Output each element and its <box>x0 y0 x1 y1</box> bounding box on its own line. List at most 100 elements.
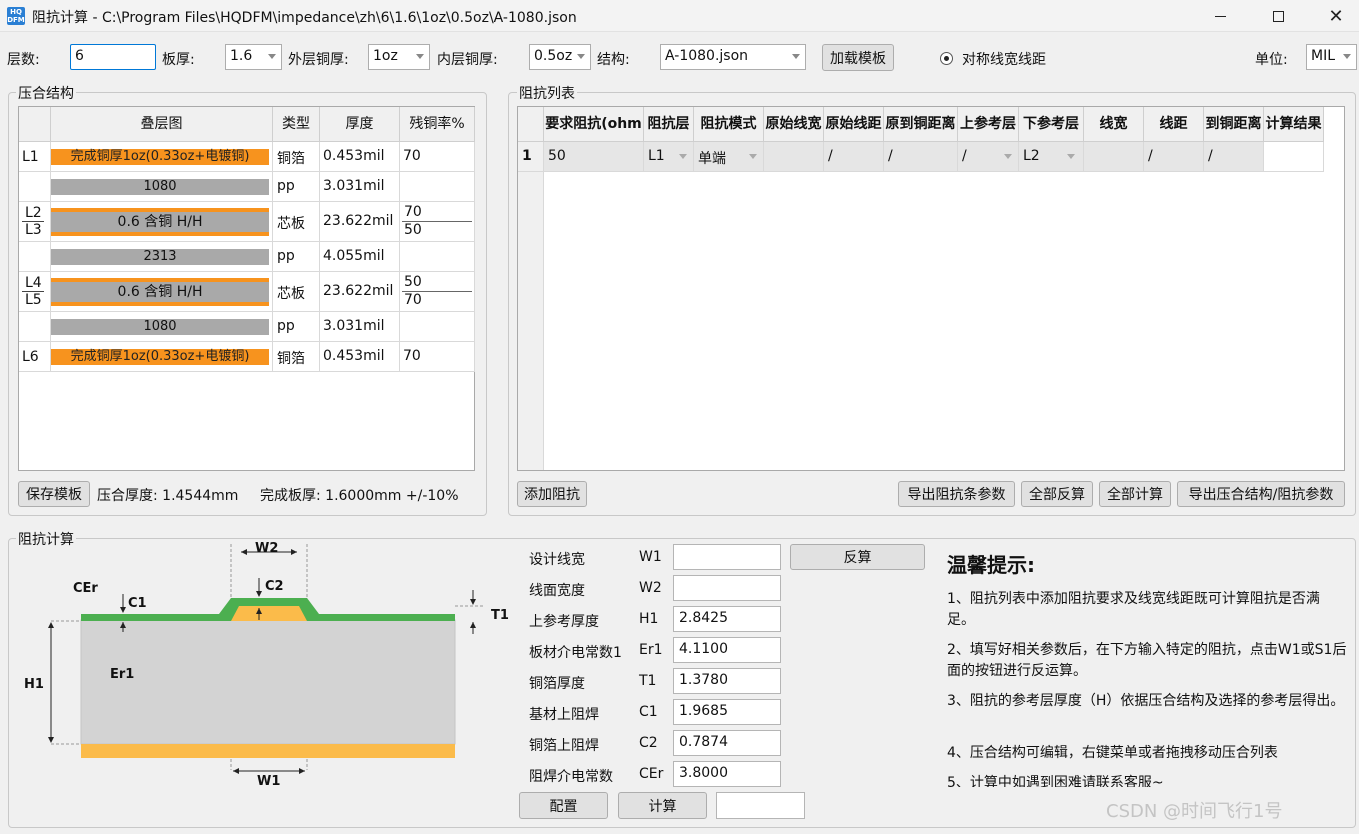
imp-header-1: 阻抗层 <box>644 107 694 142</box>
unit-label: 单位: <box>1255 52 1288 68</box>
stackup-header-thickness: 厚度 <box>320 107 400 142</box>
export-params-button[interactable]: 导出阻抗条参数 <box>898 481 1015 507</box>
orig-space-cell[interactable]: / <box>824 142 884 172</box>
thickness-cell[interactable]: 3.031mil <box>320 312 400 342</box>
reverse-button[interactable]: 反算 <box>790 544 925 570</box>
finished-thickness: 完成板厚: 1.6000mm +/-10% <box>260 488 459 504</box>
rate-cell[interactable] <box>400 242 475 272</box>
width-cell[interactable] <box>1084 142 1144 172</box>
param-symbol: T1 <box>639 673 657 689</box>
stackup-title: 压合结构 <box>16 83 76 103</box>
impedance-list-title: 阻抗列表 <box>517 83 577 103</box>
type-cell: pp <box>273 172 320 202</box>
param-label: 铜箔上阻焊 <box>529 738 599 754</box>
rate-cell[interactable] <box>400 172 475 202</box>
param-input-cer[interactable]: 3.8000 <box>673 761 781 787</box>
orig-width-cell[interactable] <box>764 142 824 172</box>
unit-select[interactable]: MIL <box>1306 44 1357 70</box>
param-symbol: C1 <box>639 704 658 720</box>
rate-cell[interactable]: 70 50 <box>400 202 475 242</box>
symmetric-radio[interactable] <box>940 52 953 65</box>
lower-ref-select[interactable]: L2 <box>1019 142 1084 172</box>
row-header-strip <box>518 172 544 470</box>
thickness-cell[interactable]: 0.453mil <box>320 342 400 372</box>
stackup-corner <box>19 107 51 142</box>
t1-dim-label: T1 <box>491 608 509 623</box>
layers-input[interactable]: 6 <box>70 44 156 70</box>
config-button[interactable]: 配置 <box>519 792 608 819</box>
param-input-c2[interactable]: 0.7874 <box>673 730 781 756</box>
type-cell: 芯板 <box>273 272 320 312</box>
tip-4: 4、压合结构可编辑，右键菜单或者拖拽移动压合列表 <box>947 745 1278 761</box>
title-bar: HQ DFM 阻抗计算 - C:\Program Files\HQDFM\imp… <box>0 0 1359 32</box>
calc-all-button[interactable]: 全部计算 <box>1099 481 1171 507</box>
thickness-select[interactable]: 1.6 <box>225 44 282 70</box>
thickness-cell[interactable]: 3.031mil <box>320 172 400 202</box>
export-all-button[interactable]: 导出压合结构/阻抗参数 <box>1177 481 1345 507</box>
compute-button[interactable]: 计算 <box>618 792 707 819</box>
type-cell: pp <box>273 312 320 342</box>
tip-2: 2、填写好相关参数后，在下方输入特定的阻抗，点击W1或S1后面的按钮进行反运算。 <box>947 642 1347 679</box>
stackup-header-diagram: 叠层图 <box>51 107 273 142</box>
stackup-header-rate: 残铜率% <box>400 107 475 142</box>
h1-dim-label: H1 <box>24 677 44 692</box>
rate-top[interactable]: 50 <box>404 274 422 290</box>
imp-header-3: 原始线宽 <box>764 107 824 142</box>
c2-dim-label: C2 <box>265 579 284 594</box>
imp-header-11: 计算结果 <box>1264 107 1324 142</box>
impedance-value[interactable]: 50 <box>544 142 644 172</box>
layer-name <box>19 172 51 202</box>
copper-cell[interactable]: / <box>1204 142 1264 172</box>
rate-cell[interactable] <box>400 312 475 342</box>
rate-top[interactable]: 70 <box>404 204 422 220</box>
layer-name: L1 <box>19 142 51 172</box>
impedance-mode-select[interactable]: 单端 <box>694 142 764 172</box>
result-field[interactable] <box>716 792 805 819</box>
param-input-c1[interactable]: 1.9685 <box>673 699 781 725</box>
rate-cell[interactable]: 70 <box>400 342 475 372</box>
minimize-icon[interactable] <box>1191 0 1249 32</box>
maximize-icon[interactable] <box>1249 0 1307 32</box>
space-cell[interactable]: / <box>1144 142 1204 172</box>
param-input-w2[interactable] <box>673 575 781 601</box>
rate-bottom[interactable]: 70 <box>404 292 422 308</box>
add-impedance-button[interactable]: 添加阻抗 <box>517 481 587 507</box>
rate-cell[interactable]: 70 <box>400 142 475 172</box>
param-input-t1[interactable]: 1.3780 <box>673 668 781 694</box>
layer-name: L6 <box>19 342 51 372</box>
orig-copper-cell[interactable]: / <box>884 142 958 172</box>
impedance-layer-select[interactable]: L1 <box>644 142 694 172</box>
structure-select[interactable]: A-1080.json <box>660 44 806 70</box>
tip-3: 3、阻抗的参考层厚度（H）依据压合结构及选择的参考层得出。 <box>947 693 1345 709</box>
imp-header-10: 到铜距离 <box>1204 107 1264 142</box>
press-thickness: 压合厚度: 1.4544mm <box>97 488 239 504</box>
core-bar: 0.6 含铜 H/H <box>51 282 269 302</box>
outer-cu-select[interactable]: 1oz <box>368 44 430 70</box>
imp-header-0: 要求阻抗(ohm <box>544 107 644 142</box>
copper-bar: 完成铜厚1oz(0.33oz+电镀铜) <box>51 349 269 365</box>
param-symbol: CEr <box>639 766 664 782</box>
save-template-button[interactable]: 保存模板 <box>18 481 90 507</box>
rate-cell[interactable]: 50 70 <box>400 272 475 312</box>
stackup-header-type: 类型 <box>273 107 320 142</box>
param-label: 设计线宽 <box>529 552 585 568</box>
param-input-h1[interactable]: 2.8425 <box>673 606 781 632</box>
reverse-all-button[interactable]: 全部反算 <box>1021 481 1093 507</box>
rate-bottom[interactable]: 50 <box>404 222 422 238</box>
upper-ref-select[interactable]: / <box>958 142 1019 172</box>
thickness-cell[interactable]: 0.453mil <box>320 142 400 172</box>
param-input-er1[interactable]: 4.1100 <box>673 637 781 663</box>
inner-cu-select[interactable]: 0.5oz <box>529 44 591 70</box>
load-template-button[interactable]: 加载模板 <box>822 44 894 71</box>
thickness-cell[interactable]: 23.622mil <box>320 202 400 242</box>
layer-name-bottom: L5 <box>25 292 42 308</box>
type-cell: 铜箔 <box>273 142 320 172</box>
layer-name-top: L2 <box>25 205 42 221</box>
param-input-w1[interactable] <box>673 544 781 570</box>
thickness-cell[interactable]: 4.055mil <box>320 242 400 272</box>
imp-header-4: 原始线距 <box>824 107 884 142</box>
pp-bar: 2313 <box>51 249 269 265</box>
close-icon[interactable]: ✕ <box>1307 0 1359 32</box>
thickness-cell[interactable]: 23.622mil <box>320 272 400 312</box>
thickness-label: 板厚: <box>162 52 195 68</box>
